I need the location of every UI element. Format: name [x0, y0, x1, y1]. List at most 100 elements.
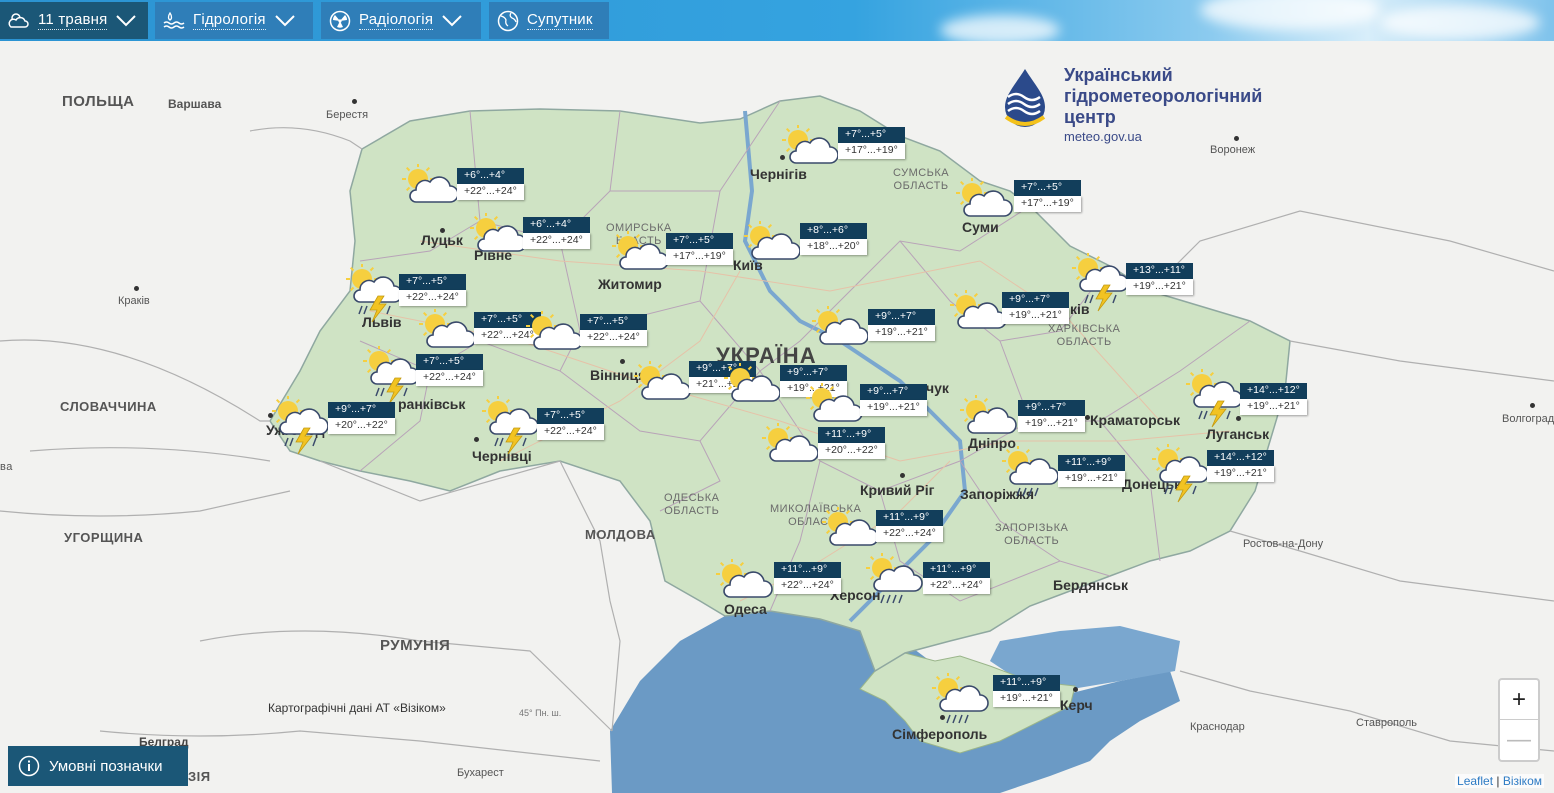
rain-icon[interactable]	[928, 672, 990, 724]
temperature-label: +11°...+9° +19°...+21°	[993, 675, 1060, 707]
night-temperature: +7°...+5°	[838, 127, 905, 143]
night-temperature: +6°...+4°	[523, 217, 590, 233]
temperature-label: +8°...+6° +18°...+20°	[800, 223, 867, 255]
partly-cloudy-icon[interactable]	[952, 177, 1014, 218]
partly-cloudy-icon[interactable]	[758, 422, 820, 463]
day-temperature: +19°...+21°	[1240, 399, 1307, 415]
night-temperature: +11°...+9°	[818, 427, 885, 443]
night-temperature: +11°...+9°	[923, 562, 990, 578]
oblast-label-zaporizhzhia: ЗАПОРІЗЬКА ОБЛАСТЬ	[995, 522, 1069, 547]
city-label-kremenchuk: чук	[926, 380, 949, 396]
city-label-bucharest: Бухарест	[457, 767, 504, 779]
country-label-hungary: УГОРЩИНА	[64, 530, 144, 545]
temperature-label: +13°...+11° +19°...+21°	[1126, 263, 1193, 295]
night-temperature: +11°...+9°	[876, 510, 943, 526]
temperature-label: +9°...+7°+19°...+21°	[868, 309, 935, 341]
zoom-in-button[interactable]: +	[1500, 680, 1538, 719]
thunderstorm-icon[interactable]	[478, 395, 540, 455]
night-temperature: +9°...+7°	[328, 402, 395, 418]
radiology-menu[interactable]: Радіологія	[321, 2, 481, 39]
partly-cloudy-icon[interactable]	[415, 308, 477, 349]
thunderstorm-icon[interactable]	[342, 263, 404, 323]
temperature-label: +7°...+5° +22°...+24°	[416, 354, 483, 386]
legend-button[interactable]: Умовні позначки	[8, 746, 188, 786]
day-temperature: +22°...+24°	[774, 578, 841, 594]
partly-cloudy-icon[interactable]	[956, 394, 1018, 435]
rain-icon[interactable]	[862, 552, 924, 604]
date-menu[interactable]: 11 травня	[0, 2, 148, 39]
city-dot	[352, 99, 357, 104]
night-temperature: +6°...+4°	[457, 168, 524, 184]
day-temperature: +17°...+19°	[838, 143, 905, 159]
radiology-label: Радіологія	[359, 11, 434, 30]
thunderstorm-icon[interactable]	[268, 395, 330, 455]
thunderstorm-icon[interactable]	[1182, 368, 1244, 428]
city-dot	[134, 286, 139, 291]
day-temperature: +20°...+22°	[818, 443, 885, 459]
day-temperature: +22°...+24°	[523, 233, 590, 249]
hydrology-label: Гідрологія	[193, 11, 266, 30]
map-canvas[interactable]: ПОЛЬЩА СЛОВАЧЧИНА УГОРЩИНА РУМУНІЯ МОЛДО…	[0, 41, 1554, 793]
country-label-poland: ПОЛЬЩА	[62, 93, 135, 110]
city-label-kryvyi-rih: Кривий Ріг	[860, 482, 935, 498]
city-label-warsaw: Варшава	[168, 97, 222, 111]
city-label-voronezh: Воронеж	[1210, 144, 1256, 156]
vizicom-link[interactable]: Візіком	[1503, 774, 1542, 788]
rain-icon[interactable]	[998, 445, 1060, 497]
leaflet-link[interactable]: Leaflet	[1457, 774, 1493, 788]
partly-cloudy-icon[interactable]	[398, 163, 460, 204]
day-temperature: +19°...+21°	[1018, 416, 1085, 432]
temperature-label: +7°...+5° +17°...+19°	[838, 127, 905, 159]
partly-cloudy-icon[interactable]	[818, 506, 880, 547]
zoom-out-button[interactable]: —	[1500, 719, 1538, 759]
city-dot	[1073, 687, 1078, 692]
day-temperature: +22°...+24°	[580, 330, 647, 346]
chevron-down-icon	[442, 14, 462, 26]
partly-cloudy-icon[interactable]	[802, 382, 864, 423]
partly-cloudy-icon[interactable]	[608, 230, 670, 271]
thunderstorm-icon[interactable]	[1068, 252, 1130, 312]
hydrology-menu[interactable]: Гідрологія	[155, 2, 313, 39]
partly-cloudy-icon[interactable]	[720, 362, 782, 403]
day-temperature: +22°...+24°	[876, 526, 943, 542]
night-temperature: +9°...+7°	[1018, 400, 1085, 416]
city-label-berdiansk: Бердянськ	[1053, 577, 1128, 593]
satellite-menu[interactable]: Супутник	[489, 2, 609, 39]
night-temperature: +7°...+5°	[416, 354, 483, 370]
city-label-rostov: Ростов-на-Дону	[1243, 538, 1324, 550]
partly-cloudy-icon[interactable]	[712, 558, 774, 599]
city-label-krakow: Краків	[118, 295, 150, 307]
temperature-label: +14°...+12° +19°...+21°	[1240, 383, 1307, 415]
partly-cloudy-icon[interactable]	[946, 289, 1008, 330]
partly-cloudy-icon[interactable]	[466, 212, 528, 253]
day-temperature: +19°...+21°	[1207, 466, 1274, 482]
partly-cloudy-icon[interactable]	[740, 220, 802, 261]
country-label-romania: РУМУНІЯ	[380, 637, 451, 654]
temperature-label: +14°...+12° +19°...+21°	[1207, 450, 1274, 482]
day-temperature: +19°...+21°	[1126, 279, 1193, 295]
city-label-kramatorsk: Краматорськ	[1090, 412, 1181, 428]
thunderstorm-icon[interactable]	[1148, 443, 1210, 503]
city-label-stavropol: Ставрополь	[1356, 717, 1418, 729]
oblast-label-odesa: ОДЕСЬКА ОБЛАСТЬ	[664, 492, 720, 517]
satellite-label: Супутник	[527, 11, 593, 30]
date-label: 11 травня	[38, 11, 108, 30]
attribution-separator: |	[1493, 774, 1503, 788]
day-temperature: +22°...+24°	[457, 184, 524, 200]
night-temperature: +8°...+6°	[800, 223, 867, 239]
partly-cloudy-icon[interactable]	[778, 124, 840, 165]
temperature-label: +11°...+9° +20°...+22°	[818, 427, 885, 459]
oblast-label-kharkiv: ХАРКІВСЬКА ОБЛАСТЬ	[1048, 323, 1121, 348]
thunderstorm-icon[interactable]	[359, 345, 421, 405]
temperature-label: +9°...+7°+19°...+21°	[1002, 292, 1069, 324]
temperature-label: +7°...+5° +22°...+24°	[537, 408, 604, 440]
day-temperature: +19°...+21°	[868, 325, 935, 341]
night-temperature: +7°...+5°	[580, 314, 647, 330]
partly-cloudy-icon[interactable]	[522, 310, 584, 351]
latitude-label: 45° Пн. ш.	[519, 708, 562, 718]
day-temperature: +19°...+21°	[993, 691, 1060, 707]
partly-cloudy-icon[interactable]	[808, 305, 870, 346]
temperature-label: +11°...+9° +22°...+24°	[923, 562, 990, 594]
day-temperature: +22°...+24°	[416, 370, 483, 386]
partly-cloudy-icon[interactable]	[630, 360, 692, 401]
